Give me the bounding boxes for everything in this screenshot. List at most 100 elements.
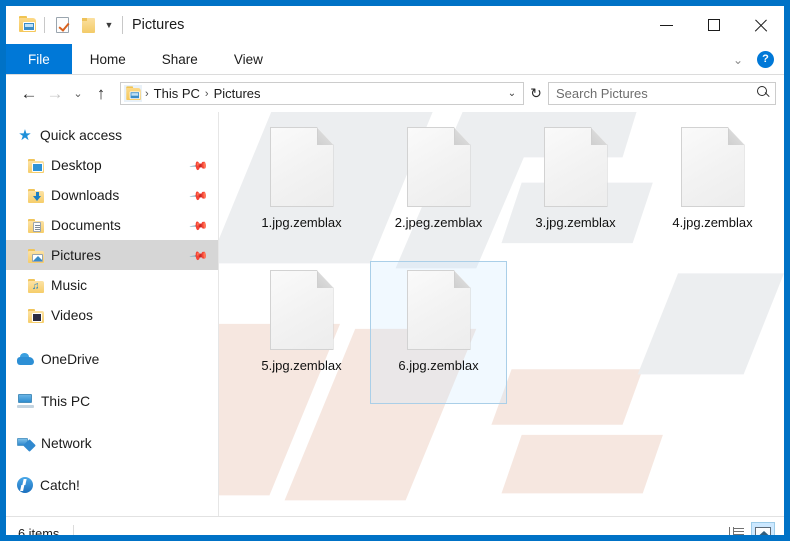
- maximize-button[interactable]: [690, 6, 737, 44]
- folder-desktop-icon: [28, 158, 44, 173]
- pin-icon[interactable]: 📌: [189, 216, 209, 236]
- address-dropdown-icon[interactable]: ⌄: [503, 83, 521, 104]
- tab-home[interactable]: Home: [72, 44, 144, 74]
- folder-documents-icon: [28, 218, 44, 233]
- file-item-selected[interactable]: 6.jpg.zemblax: [370, 261, 507, 404]
- file-item[interactable]: 3.jpg.zemblax: [507, 118, 644, 261]
- large-icons-view-button[interactable]: [751, 521, 775, 535]
- sidebar-item-label: Music: [51, 277, 88, 293]
- sidebar-item-label: This PC: [41, 393, 91, 409]
- sidebar-item-network[interactable]: Network: [6, 428, 218, 458]
- sidebar-item-pictures[interactable]: Pictures 📌: [6, 240, 218, 270]
- maximize-icon: [707, 19, 720, 31]
- sidebar-item-catch[interactable]: Catch!: [6, 470, 218, 500]
- blank-file-icon: [680, 127, 745, 207]
- help-icon[interactable]: ?: [757, 51, 774, 68]
- forward-button[interactable]: →: [42, 81, 68, 107]
- title-bar: ▼ Pictures: [6, 6, 784, 44]
- up-button[interactable]: ↑: [88, 81, 114, 107]
- file-item[interactable]: 4.jpg.zemblax: [644, 118, 781, 261]
- back-button[interactable]: ←: [16, 81, 42, 107]
- minimize-icon: [660, 24, 673, 26]
- details-view-icon: [728, 527, 744, 535]
- file-item[interactable]: 2.jpeg.zemblax: [370, 118, 507, 261]
- recent-locations-button[interactable]: ⌄: [68, 81, 88, 107]
- file-name: 4.jpg.zemblax: [672, 215, 753, 230]
- large-icons-view-icon: [755, 527, 771, 535]
- properties-icon[interactable]: [49, 12, 75, 38]
- file-item[interactable]: 1.jpg.zemblax: [233, 118, 370, 261]
- sidebar-item-documents[interactable]: Documents 📌: [6, 210, 218, 240]
- qat-divider: [44, 17, 45, 33]
- status-bar: 6 items: [6, 516, 784, 535]
- this-pc-breadcrumb-icon[interactable]: [124, 85, 142, 102]
- blank-file-icon: [406, 270, 471, 350]
- folder-downloads-icon: [28, 188, 44, 203]
- blank-file-icon: [269, 127, 334, 207]
- breadcrumb-this-pc[interactable]: This PC: [150, 83, 204, 104]
- sidebar-item-onedrive[interactable]: OneDrive: [6, 344, 218, 374]
- view-mode-toggles: [724, 521, 775, 535]
- folder-videos-icon: [28, 308, 44, 323]
- sidebar-item-label: Network: [41, 435, 92, 451]
- quick-access-toolbar: ▼: [6, 6, 117, 44]
- onedrive-icon: [17, 352, 34, 366]
- pin-icon[interactable]: 📌: [189, 156, 209, 176]
- item-count-label: 6 items: [18, 526, 60, 535]
- close-icon: [753, 18, 768, 33]
- file-name: 6.jpg.zemblax: [398, 358, 479, 373]
- address-bar[interactable]: › This PC › Pictures ⌄: [120, 82, 524, 105]
- search-icon[interactable]: [756, 86, 771, 101]
- sidebar-item-label: Quick access: [40, 127, 123, 143]
- tab-share[interactable]: Share: [144, 44, 216, 74]
- file-item[interactable]: 5.jpg.zemblax: [233, 261, 370, 404]
- blank-file-icon: [269, 270, 334, 350]
- window-controls: [643, 6, 784, 44]
- file-name: 5.jpg.zemblax: [261, 358, 342, 373]
- navigation-pane: ★ Quick access Desktop 📌 Downloads 📌 Doc…: [6, 112, 219, 516]
- blank-file-icon: [406, 127, 471, 207]
- ribbon-tabs: File Home Share View ⌄ ?: [6, 44, 784, 75]
- tab-view[interactable]: View: [216, 44, 281, 74]
- sidebar-item-quick-access[interactable]: ★ Quick access: [6, 120, 218, 150]
- this-pc-icon: [17, 394, 34, 408]
- title-divider: [122, 16, 123, 34]
- folder-pictures-icon: [28, 248, 44, 263]
- sidebar-item-videos[interactable]: Videos: [6, 300, 218, 330]
- sidebar-item-label: OneDrive: [41, 351, 100, 367]
- window-client-area: ▼ Pictures File Home Share View ⌄ ? ← →: [6, 6, 784, 535]
- catch-icon: [17, 477, 33, 493]
- chevron-down-icon[interactable]: ⌄: [727, 49, 749, 71]
- ribbon-right-controls: ⌄ ?: [727, 44, 780, 75]
- pin-icon[interactable]: 📌: [189, 246, 209, 266]
- star-icon: ★: [18, 126, 32, 144]
- sidebar-item-desktop[interactable]: Desktop 📌: [6, 150, 218, 180]
- explorer-body: ★ Quick access Desktop 📌 Downloads 📌 Doc…: [6, 112, 784, 516]
- sidebar-item-downloads[interactable]: Downloads 📌: [6, 180, 218, 210]
- sidebar-item-music[interactable]: ♫ Music: [6, 270, 218, 300]
- sidebar-item-label: Pictures: [51, 247, 101, 263]
- sidebar-item-label: Documents: [51, 217, 121, 233]
- new-folder-icon[interactable]: [75, 12, 101, 38]
- sidebar-item-this-pc[interactable]: This PC: [6, 386, 218, 416]
- search-box[interactable]: [548, 82, 776, 105]
- files-grid: 1.jpg.zemblax 2.jpeg.zemblax 3.jpg.zembl…: [219, 112, 784, 404]
- refresh-button[interactable]: ↻: [524, 82, 548, 105]
- file-name: 2.jpeg.zemblax: [394, 215, 483, 230]
- search-input[interactable]: [556, 86, 756, 101]
- address-toolbar: ← → ⌄ ↑ › This PC › Pictures ⌄ ↻: [6, 75, 784, 112]
- tab-file[interactable]: File: [6, 44, 72, 74]
- breadcrumb-pictures[interactable]: Pictures: [210, 83, 265, 104]
- pin-icon[interactable]: 📌: [189, 186, 209, 206]
- close-button[interactable]: [737, 6, 784, 44]
- sidebar-item-label: Catch!: [40, 477, 80, 493]
- explorer-icon[interactable]: [14, 12, 40, 38]
- sidebar-item-label: Desktop: [51, 157, 102, 173]
- minimize-button[interactable]: [643, 6, 690, 44]
- file-name: 3.jpg.zemblax: [535, 215, 616, 230]
- file-list-pane[interactable]: 1.jpg.zemblax 2.jpeg.zemblax 3.jpg.zembl…: [219, 112, 784, 516]
- window-title: Pictures: [132, 17, 185, 33]
- file-name: 1.jpg.zemblax: [261, 215, 342, 230]
- details-view-button[interactable]: [724, 522, 748, 535]
- customize-caret-icon[interactable]: ▼: [101, 6, 117, 44]
